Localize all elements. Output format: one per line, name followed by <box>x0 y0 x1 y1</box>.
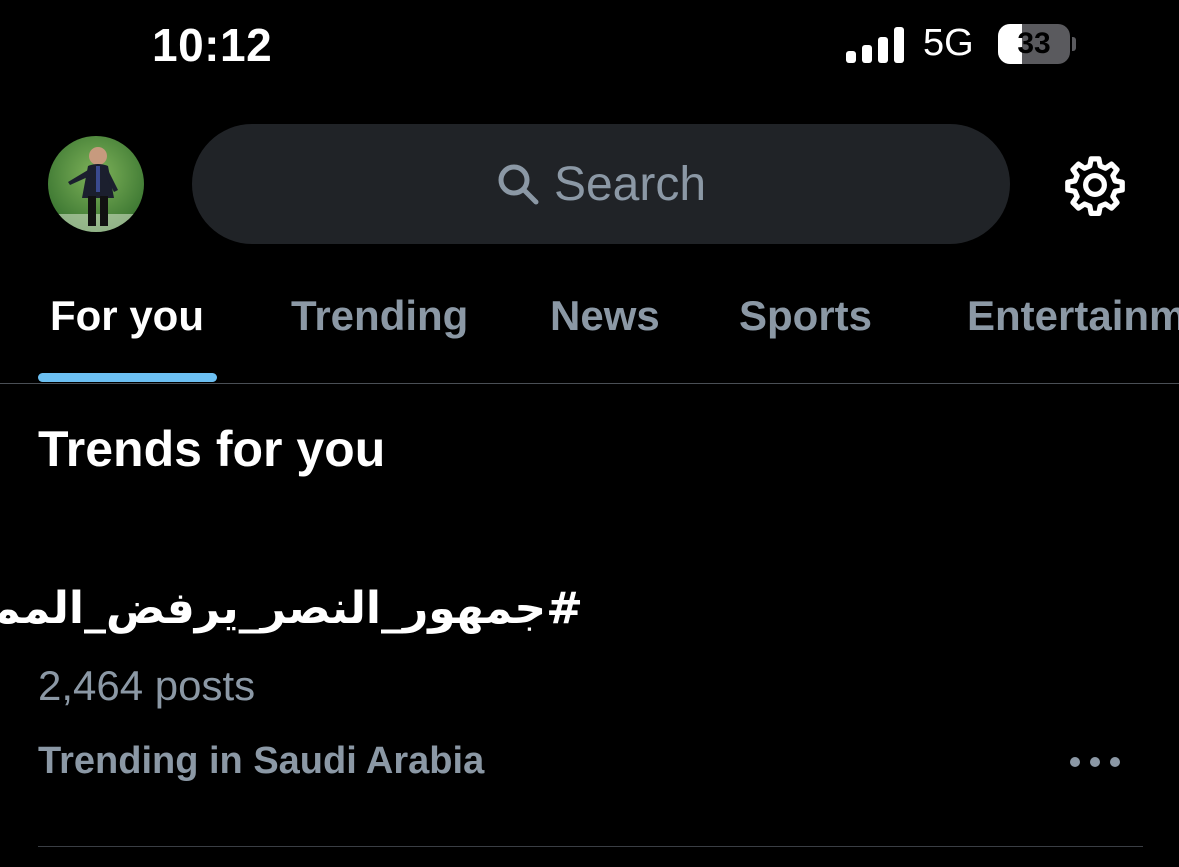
search-placeholder: Search <box>553 157 707 211</box>
search-input[interactable]: Search <box>192 124 1010 244</box>
section-title: Trends for you <box>38 421 386 477</box>
tab-bar: For you Trending News Sports Entertainme… <box>0 270 1179 384</box>
trend-post-count: 2,464 posts <box>38 662 256 709</box>
tab-entertainment[interactable]: Entertainment <box>967 292 1179 340</box>
status-bar: 10:12 5G 33 <box>0 0 1179 90</box>
tab-news[interactable]: News <box>550 292 660 340</box>
battery-icon: 33 <box>998 24 1076 64</box>
tab-trending[interactable]: Trending <box>291 292 468 340</box>
search-icon <box>498 164 539 205</box>
more-icon[interactable] <box>1070 744 1120 780</box>
status-time: 10:12 <box>152 19 273 71</box>
trend-hashtag[interactable]: #جمهور_النصر_يرفض_الممر <box>0 583 583 634</box>
signal-icon <box>846 27 904 63</box>
divider <box>38 846 1143 847</box>
tab-for-you[interactable]: For you <box>50 292 204 340</box>
active-tab-indicator <box>38 373 217 382</box>
battery-percent: 33 <box>1017 27 1051 60</box>
gear-icon[interactable] <box>1062 152 1128 218</box>
profile-avatar[interactable] <box>48 136 144 232</box>
network-label: 5G <box>923 22 974 64</box>
tab-sports[interactable]: Sports <box>739 292 872 340</box>
trend-context: Trending in Saudi Arabia <box>38 740 485 782</box>
